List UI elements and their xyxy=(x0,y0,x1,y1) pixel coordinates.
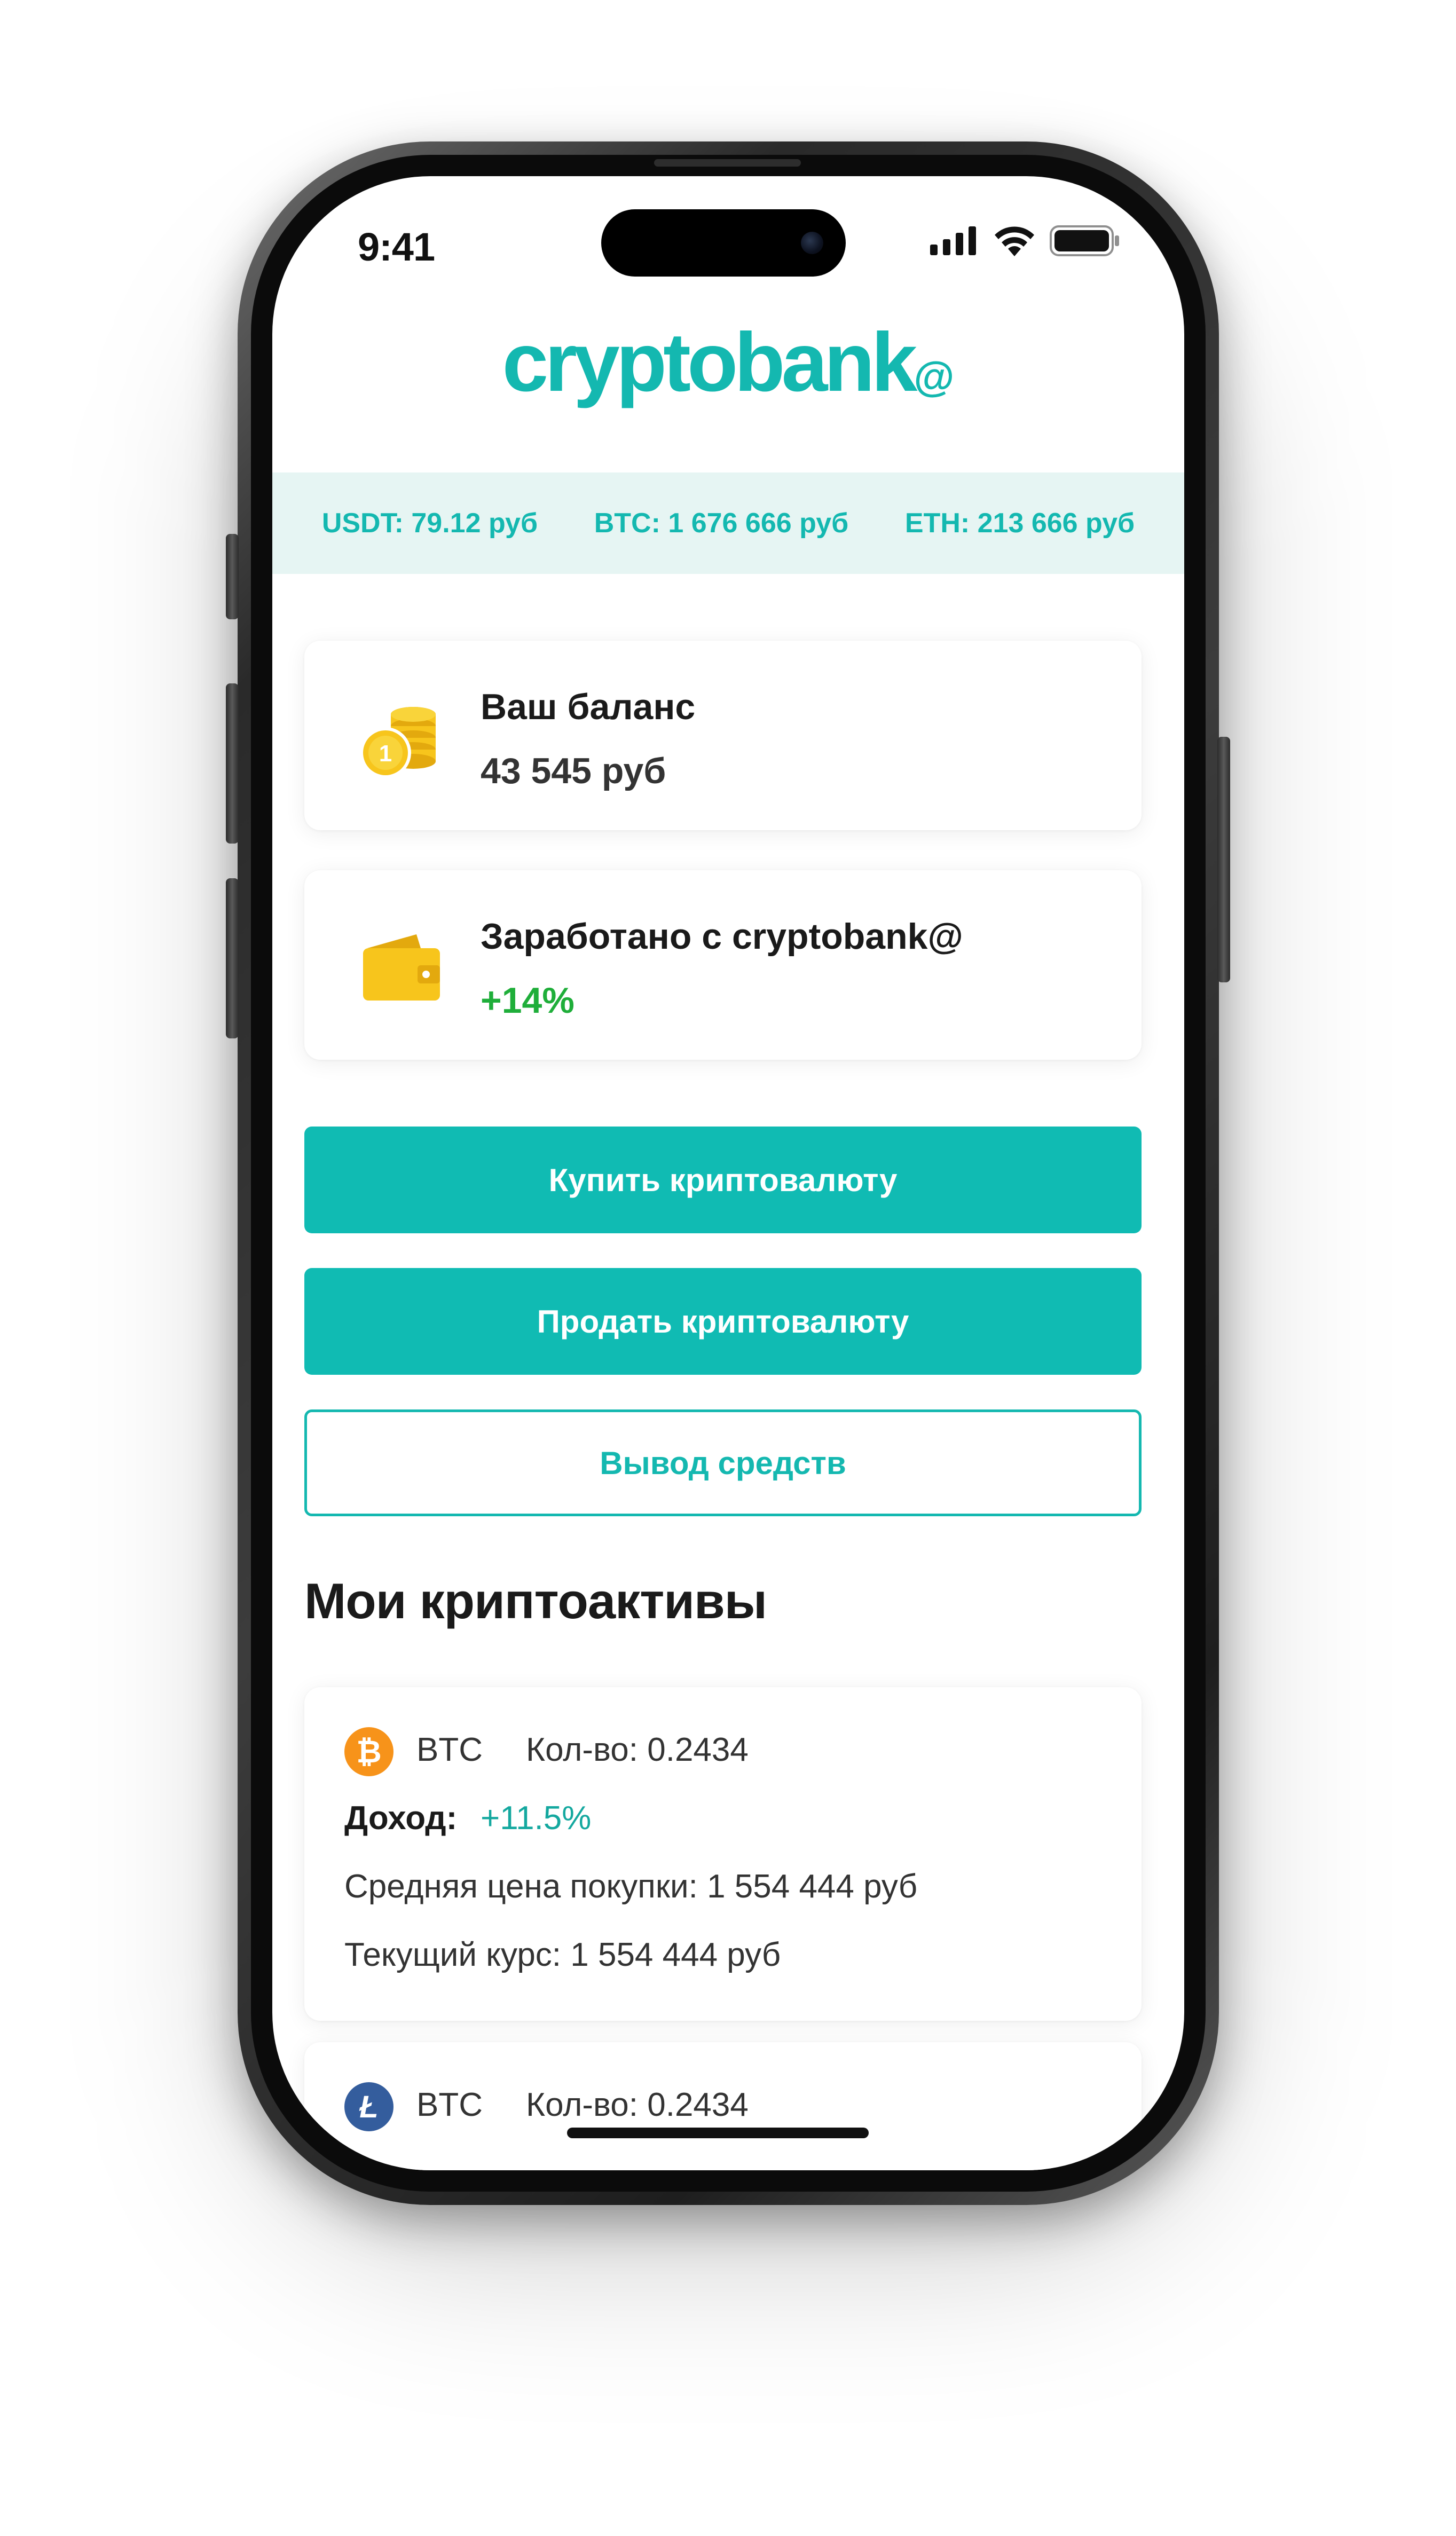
buy-crypto-button[interactable]: Купить криптовалюту xyxy=(304,1127,1142,1233)
device-mockup: 9:41 cryptobank@ USDT: 79.12 руб BTC: 1 … xyxy=(0,0,1456,2536)
asset-card[interactable]: Ł BTC Кол-во: 0.2434 xyxy=(304,2042,1142,2170)
asset-income-value: +11.5% xyxy=(481,1800,592,1837)
asset-amount: Кол-во: 0.2434 xyxy=(526,2086,749,2123)
litecoin-icon: Ł xyxy=(344,2082,393,2131)
app-logo: cryptobank@ xyxy=(272,315,1184,411)
home-indicator[interactable] xyxy=(567,2128,869,2138)
earned-label: Заработано с cryptobank@ xyxy=(481,916,963,957)
balance-value: 43 545 руб xyxy=(481,751,666,791)
svg-text:1: 1 xyxy=(379,741,392,767)
coins-icon: 1 xyxy=(360,707,436,778)
ticker-btc: BTC: 1 676 666 руб xyxy=(594,508,849,539)
ticker-usdt: USDT: 79.12 руб xyxy=(321,508,538,539)
volume-down-button xyxy=(226,878,239,1038)
asset-ticker: BTC xyxy=(416,1731,483,1768)
wifi-icon xyxy=(995,226,1034,256)
balance-label: Ваш баланс xyxy=(481,687,696,727)
wallet-icon xyxy=(363,934,440,1001)
battery-icon xyxy=(1050,225,1119,256)
asset-card[interactable]: ₿ BTC Кол-во: 0.2434 Доход: +11.5% Средн… xyxy=(304,1687,1142,2021)
power-button xyxy=(1217,737,1230,982)
asset-income-label: Доход: xyxy=(344,1800,458,1837)
ticker-eth: ETH: 213 666 руб xyxy=(904,508,1135,539)
dynamic-island xyxy=(601,209,846,277)
logo-at-sign: @ xyxy=(914,353,955,400)
earned-value: +14% xyxy=(481,980,574,1021)
front-camera-icon xyxy=(801,232,823,254)
app-screen: 9:41 cryptobank@ USDT: 79.12 руб BTC: 1 … xyxy=(272,176,1184,2170)
asset-ticker: BTC xyxy=(416,2086,483,2123)
sell-crypto-button[interactable]: Продать криптовалюту xyxy=(304,1268,1142,1375)
asset-amount: Кол-во: 0.2434 xyxy=(526,1731,749,1768)
status-icons xyxy=(930,225,1120,256)
status-time: 9:41 xyxy=(358,225,435,269)
assets-section-title: Мои криптоактивы xyxy=(304,1573,767,1629)
asset-current-rate: Текущий курс: 1 554 444 руб xyxy=(344,1936,781,1973)
bitcoin-icon: ₿ xyxy=(344,1727,393,1776)
signal-icon xyxy=(930,226,976,255)
earned-card: Заработано с cryptobank@ +14% xyxy=(304,870,1142,1060)
volume-up-button xyxy=(226,683,239,844)
rates-ticker: USDT: 79.12 руб BTC: 1 676 666 руб ETH: … xyxy=(272,472,1184,574)
logo-text: cryptobank xyxy=(502,316,918,409)
asset-avg-price: Средняя цена покупки: 1 554 444 руб xyxy=(344,1868,918,1905)
withdraw-funds-button[interactable]: Вывод средств xyxy=(304,1409,1142,1516)
action-button xyxy=(226,534,239,619)
balance-card: 1 Ваш баланс 43 545 руб xyxy=(304,641,1142,830)
speaker-slot xyxy=(654,159,801,167)
